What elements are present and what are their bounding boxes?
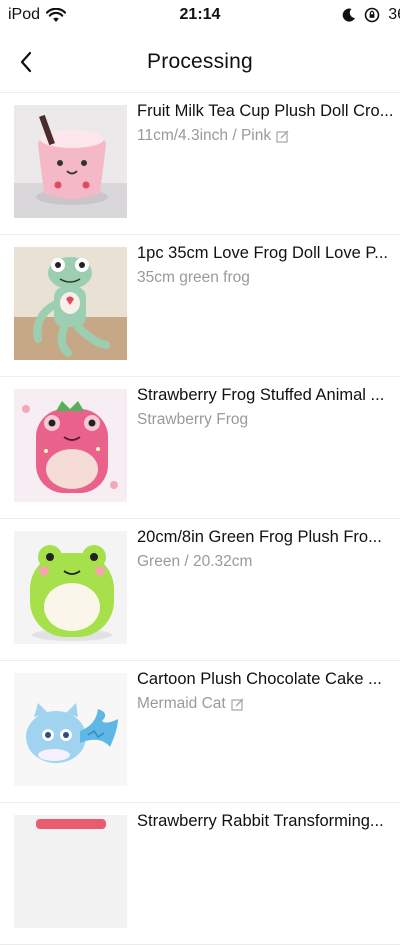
order-item-list: Fruit Milk Tea Cup Plush Doll Cro... 11c… <box>0 93 400 945</box>
item-title: Fruit Milk Tea Cup Plush Doll Cro... <box>137 102 394 120</box>
product-image-strawberry-frog-plush <box>14 389 127 502</box>
nav-bar: Processing <box>0 34 400 93</box>
list-item[interactable]: Strawberry Rabbit Transforming... <box>0 803 400 945</box>
product-image-pink-milk-tea-plush <box>14 105 127 218</box>
list-item[interactable]: 1pc 35cm Love Frog Doll Love P... 35cm g… <box>0 235 400 377</box>
list-item[interactable]: Fruit Milk Tea Cup Plush Doll Cro... 11c… <box>0 93 400 235</box>
item-variant[interactable]: 11cm/4.3inch / Pink <box>137 127 289 145</box>
item-variant-label: Green / 20.32cm <box>137 553 253 570</box>
status-time: 21:14 <box>179 6 221 23</box>
battery-level: 36 <box>388 6 400 23</box>
list-item[interactable]: Cartoon Plush Chocolate Cake ... Mermaid… <box>0 661 400 803</box>
edit-icon[interactable] <box>276 130 289 143</box>
moon-icon <box>342 8 356 22</box>
list-item[interactable]: 20cm/8in Green Frog Plush Fro... Green /… <box>0 519 400 661</box>
page-title: Processing <box>147 50 253 73</box>
item-title: Strawberry Frog Stuffed Animal ... <box>137 386 385 404</box>
item-variant-label: Mermaid Cat <box>137 695 226 712</box>
item-variant-label: Strawberry Frog <box>137 411 249 428</box>
item-variant: Strawberry Frog <box>137 411 248 429</box>
product-image-mermaid-cat-plush <box>14 673 127 786</box>
product-image-green-frog-plush <box>14 531 127 644</box>
item-variant: 35cm green frog <box>137 269 250 287</box>
status-right: 36 <box>342 6 400 24</box>
edit-icon[interactable] <box>231 698 244 711</box>
item-variant-label: 35cm green frog <box>137 269 250 286</box>
item-variant: Green / 20.32cm <box>137 553 252 571</box>
item-variant[interactable]: Mermaid Cat <box>137 695 244 713</box>
item-title: 20cm/8in Green Frog Plush Fro... <box>137 528 382 546</box>
status-bar: iPod 21:14 36 <box>0 0 400 34</box>
item-title: Cartoon Plush Chocolate Cake ... <box>137 670 382 688</box>
list-item[interactable]: Strawberry Frog Stuffed Animal ... Straw… <box>0 377 400 519</box>
product-image-love-frog-doll <box>14 247 127 360</box>
orientation-lock-icon <box>364 7 380 23</box>
product-image-strawberry-rabbit-plush <box>14 815 127 928</box>
item-title: 1pc 35cm Love Frog Doll Love P... <box>137 244 388 262</box>
item-variant-label: 11cm/4.3inch / Pink <box>137 127 272 144</box>
item-title: Strawberry Rabbit Transforming... <box>137 812 384 830</box>
